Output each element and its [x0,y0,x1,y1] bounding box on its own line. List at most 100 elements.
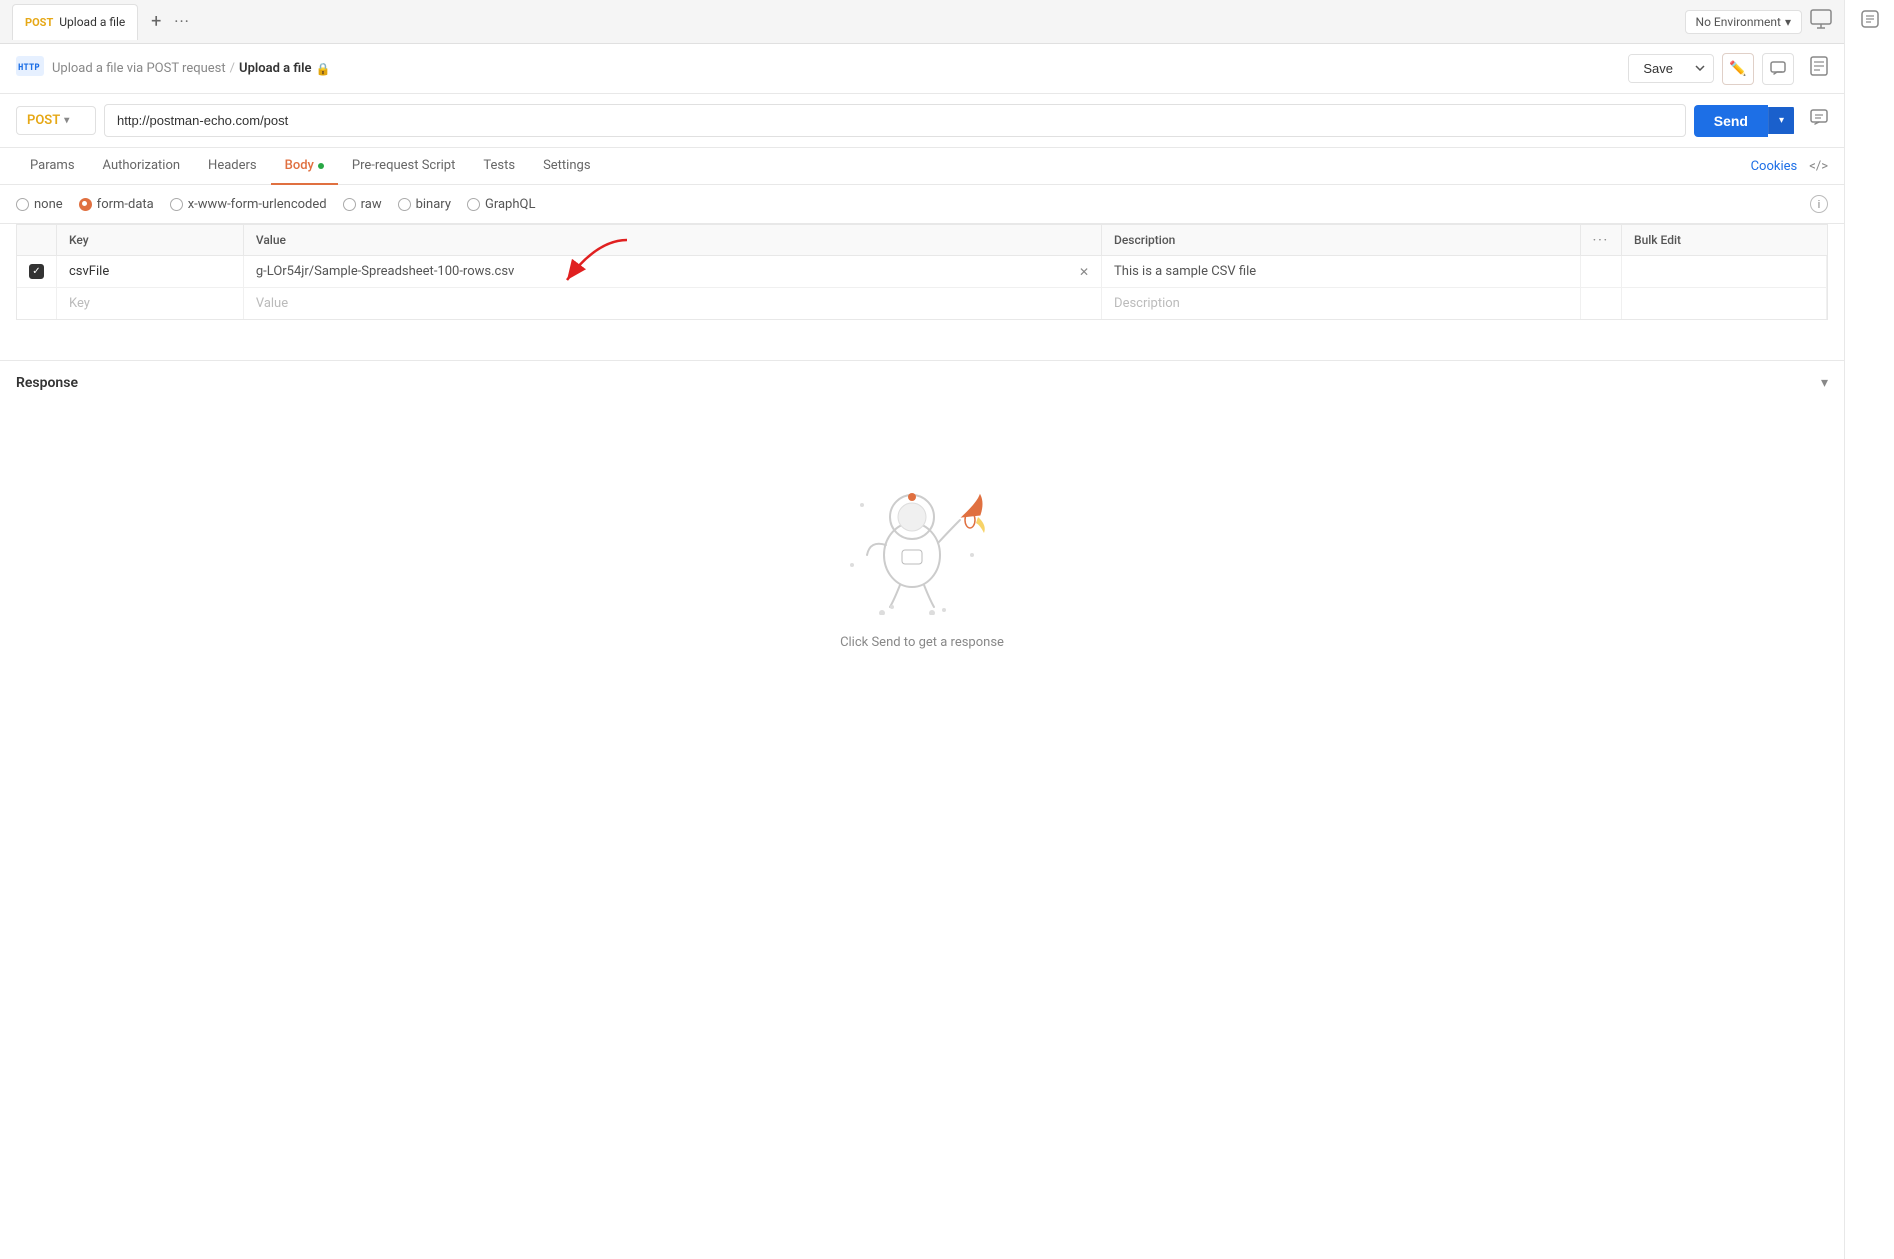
http-icon: HTTP [16,56,44,81]
tab-bar-right: No Environment ▾ [1685,9,1832,34]
save-main-button[interactable]: Save [1629,55,1687,82]
body-type-urlencoded[interactable]: x-www-form-urlencoded [170,197,327,212]
lock-icon: 🔒 [316,62,331,76]
body-type-binary[interactable]: binary [398,197,451,212]
header-bar: HTTP Upload a file via POST request / Up… [0,44,1844,94]
save-dropdown-button[interactable] [1687,57,1713,80]
code-icon[interactable]: </> [1809,159,1828,174]
body-type-none[interactable]: none [16,197,63,212]
binary-radio [398,198,411,211]
col-description-header: Description [1102,225,1581,256]
active-tab[interactable]: POST Upload a file [12,4,138,40]
empty-value-cell[interactable]: Value [243,288,1101,320]
response-chevron-icon: ▾ [1821,375,1828,391]
raw-label: raw [361,197,382,212]
table-row: csvFile g-LOr54jr/Sample-Spreadsheet-100… [17,256,1827,288]
col-key-header: Key [57,225,244,256]
sidebar-icon-1[interactable] [1861,10,1879,32]
breadcrumb: Upload a file via POST request / Upload … [52,61,1620,76]
url-input[interactable] [104,104,1686,137]
tab-body[interactable]: Body [271,148,338,185]
info-icon[interactable]: i [1810,195,1828,213]
comment-icon-button[interactable] [1762,53,1794,85]
tab-headers[interactable]: Headers [194,148,271,185]
method-chevron-icon: ▾ [64,115,69,126]
col-checkbox-header [17,225,57,256]
empty-key-cell[interactable]: Key [57,288,244,320]
tab-authorization[interactable]: Authorization [89,148,195,185]
form-data-label: form-data [97,197,154,212]
row-checkbox[interactable] [29,264,44,279]
method-badge: POST [25,16,53,29]
tab-pre-request-script[interactable]: Pre-request Script [338,148,469,185]
send-dropdown-button[interactable]: ▾ [1768,107,1794,134]
description-cell[interactable]: This is a sample CSV file [1102,256,1581,288]
send-main-button[interactable]: Send [1694,105,1768,137]
body-type-raw[interactable]: raw [343,197,382,212]
none-radio [16,198,29,211]
form-table: Key Value Description ··· Bulk Edit [17,225,1827,319]
remove-file-button[interactable]: ✕ [1079,265,1089,279]
breadcrumb-parent[interactable]: Upload a file via POST request [52,61,226,76]
more-options-icon[interactable]: ··· [1593,233,1609,247]
breadcrumb-separator: / [230,61,235,76]
monitor-icon[interactable] [1810,9,1832,34]
col-more-header: ··· [1580,225,1621,256]
send-button[interactable]: Send ▾ [1694,105,1794,137]
body-type-bar: none form-data x-www-form-urlencoded raw… [0,185,1844,224]
tab-more-button[interactable]: ··· [174,12,190,31]
method-label: POST [27,113,60,128]
binary-label: binary [416,197,451,212]
bulk-edit-button[interactable]: Bulk Edit [1634,233,1681,247]
body-type-form-data[interactable]: form-data [79,197,154,212]
form-data-table-container: Key Value Description ··· Bulk Edit [16,224,1828,320]
svg-text:HTTP: HTTP [18,63,40,73]
raw-radio [343,198,356,211]
graphql-radio [467,198,480,211]
edit-icon-button[interactable]: ✏️ [1722,53,1754,85]
urlencoded-radio [170,198,183,211]
response-header[interactable]: Response ▾ [16,361,1828,405]
method-selector[interactable]: POST ▾ [16,106,96,135]
body-dot [318,163,324,169]
new-tab-button[interactable]: + [142,8,170,36]
chat-icon[interactable] [1810,109,1828,132]
col-value-header: Value [243,225,1101,256]
file-value: g-LOr54jr/Sample-Spreadsheet-100-rows.cs… [256,264,1073,279]
col-bulk-edit-header[interactable]: Bulk Edit [1622,225,1827,256]
empty-desc-cell[interactable]: Description [1102,288,1581,320]
astronaut-illustration [832,445,1012,615]
environment-selector[interactable]: No Environment ▾ [1685,10,1802,34]
cookies-link[interactable]: Cookies [1751,159,1798,174]
key-cell[interactable]: csvFile [57,256,244,288]
graphql-label: GraphQL [485,197,535,212]
row-extra-cell [1622,256,1827,288]
response-title: Response [16,375,1821,391]
sidebar-doc-icon[interactable] [1810,56,1828,81]
tab-params[interactable]: Params [16,148,89,185]
header-actions: Save ✏️ [1628,53,1794,85]
empty-state-text: Click Send to get a response [840,635,1004,650]
none-label: none [34,197,63,212]
body-type-graphql[interactable]: GraphQL [467,197,535,212]
env-chevron-icon: ▾ [1785,15,1791,29]
tab-bar: POST Upload a file + ··· No Environment … [0,0,1844,44]
form-data-radio [79,198,92,211]
tab-tests[interactable]: Tests [469,148,529,185]
save-button[interactable]: Save [1628,54,1714,83]
tab-title: Upload a file [59,15,125,29]
row-more-cell [1580,256,1621,288]
empty-table-row: Key Value Description [17,288,1827,320]
tab-settings[interactable]: Settings [529,148,604,185]
response-section: Response ▾ [0,360,1844,710]
right-sidebar [1844,0,1894,1259]
breadcrumb-current: Upload a file [239,61,311,76]
red-arrow-annotation [537,235,657,295]
url-bar: POST ▾ Send ▾ [0,94,1844,148]
urlencoded-label: x-www-form-urlencoded [188,197,327,212]
empty-more-cell [1580,288,1621,320]
value-cell: g-LOr54jr/Sample-Spreadsheet-100-rows.cs… [243,256,1101,288]
empty-extra-cell [1622,288,1827,320]
request-tabs: Params Authorization Headers Body Pre-re… [0,148,1844,185]
response-empty-state: Click Send to get a response [16,405,1828,710]
